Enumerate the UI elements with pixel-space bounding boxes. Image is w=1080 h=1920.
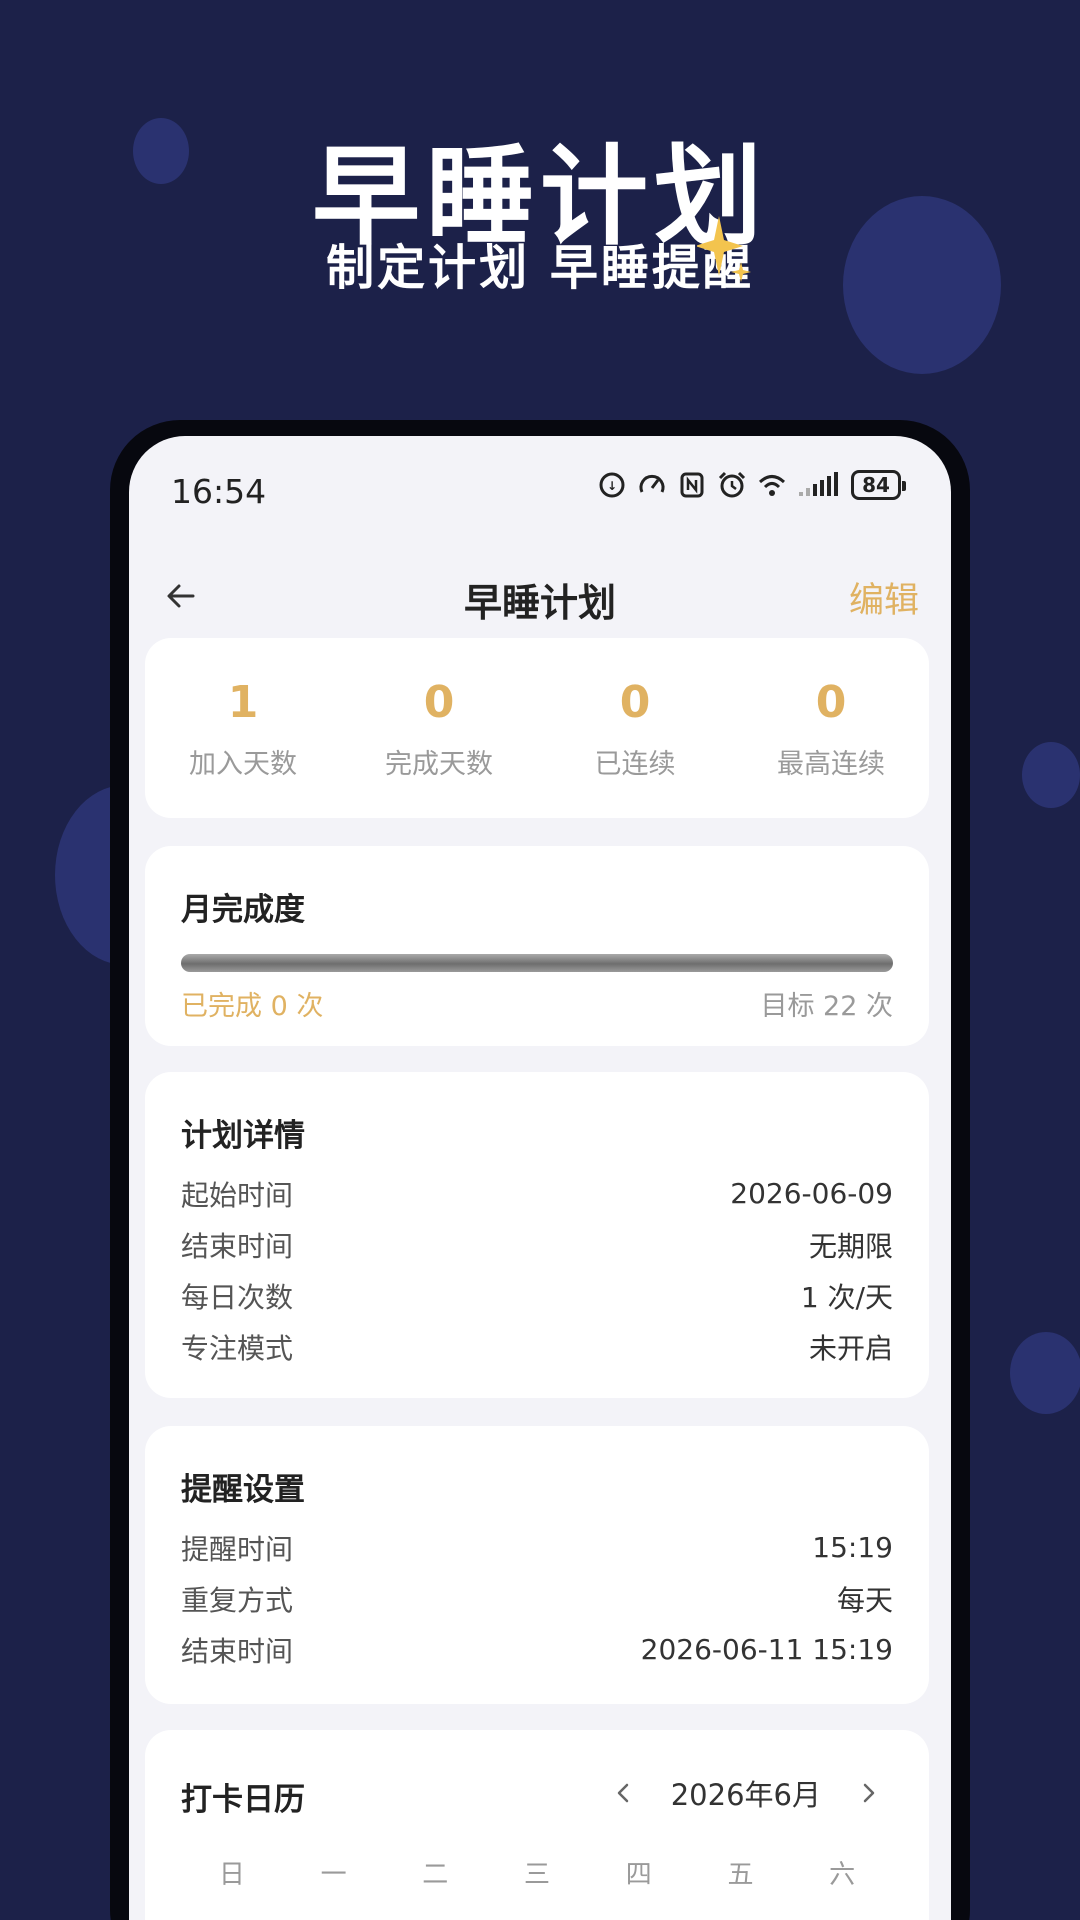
monthly-progress-card: 月完成度 已完成 0 次 目标 22 次: [145, 846, 929, 1046]
calendar-weekdays: 日 一 二 三 四 五 六: [181, 1854, 893, 1891]
row-value: 1 次/天: [800, 1280, 893, 1314]
page-title: 早睡计划: [463, 581, 616, 625]
weekday-label: 五: [727, 1860, 754, 1890]
weekday-label: 四: [625, 1860, 652, 1890]
calendar-day[interactable]: 6: [690, 1916, 792, 1920]
reminder-settings-card: 提醒设置 提醒时间 15:19 重复方式 每天 结束时间 2026-06-11 …: [145, 1426, 929, 1704]
promo-stage: 早睡计划 制定计划 早睡提醒 16:54 ↓ 84 早睡计划 编辑 1 加入天数…: [0, 0, 1080, 1920]
row-label: 每日次数: [181, 1280, 294, 1314]
row-label: 起始时间: [181, 1178, 294, 1212]
row-label: 专注模式: [181, 1331, 294, 1365]
stat-best-streak: 0 最高连续: [733, 638, 929, 818]
stat-label: 最高连续: [777, 749, 885, 780]
calendar-day[interactable]: 2: [283, 1916, 385, 1920]
speed-icon: [639, 474, 665, 493]
stat-streak: 0 已连续: [537, 638, 733, 818]
card-title: 计划详情: [181, 1118, 305, 1154]
phone-screen: 16:54 ↓ 84 早睡计划 编辑 1 加入天数 0 完成天数 0 已连续 0…: [129, 436, 951, 1920]
card-title: 月完成度: [181, 892, 305, 928]
stat-join-days: 1 加入天数: [145, 638, 341, 818]
nfc-icon: [680, 472, 704, 498]
stat-label: 已连续: [594, 749, 676, 780]
detail-row-start: 起始时间 2026-06-09: [181, 1168, 893, 1219]
checkin-calendar-card: 打卡日历 2026年6月 日 一 二 三 四 五 六: [145, 1730, 929, 1920]
card-title: 提醒设置: [181, 1472, 305, 1508]
next-month-button[interactable]: [843, 1768, 893, 1818]
data-saver-icon: ↓: [599, 472, 625, 498]
status-bar: 16:54 ↓ 84: [129, 436, 951, 546]
row-label: 结束时间: [181, 1229, 294, 1263]
stat-value: 0: [423, 677, 455, 728]
wifi-icon: [758, 475, 786, 496]
stat-value: 0: [815, 677, 847, 728]
edit-button[interactable]: 编辑: [849, 572, 919, 623]
calendar-day[interactable]: 5: [588, 1916, 690, 1920]
calendar-day[interactable]: 7: [791, 1916, 893, 1920]
promo-subtitle: 制定计划 早睡提醒: [326, 240, 754, 296]
calendar-month-nav: 2026年6月: [599, 1768, 893, 1818]
stat-label: 加入天数: [189, 749, 297, 780]
detail-row-daily-count: 每日次数 1 次/天: [181, 1270, 893, 1321]
row-label: 重复方式: [181, 1583, 294, 1617]
svg-text:↓: ↓: [607, 479, 617, 493]
calendar-days-row: 1 2 3 4 5 6 7: [181, 1916, 893, 1920]
weekday-label: 二: [422, 1860, 449, 1890]
status-time: 16:54: [171, 472, 267, 511]
weekday-label: 六: [829, 1860, 856, 1890]
prev-month-button[interactable]: [599, 1768, 649, 1818]
card-title: 打卡日历: [181, 1782, 305, 1818]
decor-bubble: [1022, 742, 1080, 808]
reminder-row-time: 提醒时间 15:19: [181, 1522, 893, 1573]
row-value: 2026-06-11 15:19: [640, 1633, 893, 1666]
row-value: 2026-06-09: [730, 1177, 893, 1210]
signal-icon: [799, 472, 838, 496]
calendar-month-label: 2026年6月: [670, 1778, 821, 1812]
row-label: 提醒时间: [181, 1532, 294, 1566]
sparkle-icon: [697, 216, 751, 282]
progress-goal-text: 目标 22 次: [760, 991, 893, 1022]
decor-bubble: [1010, 1332, 1080, 1414]
stat-value: 0: [619, 677, 651, 728]
reminder-row-repeat: 重复方式 每天: [181, 1573, 893, 1624]
chevron-right-icon: [863, 1783, 875, 1803]
plan-detail-card: 计划详情 起始时间 2026-06-09 结束时间 无期限 每日次数 1 次/天…: [145, 1072, 929, 1398]
alarm-icon: [718, 471, 746, 498]
row-value: 未开启: [808, 1331, 893, 1365]
calendar-day[interactable]: 1: [181, 1916, 283, 1920]
calendar-day[interactable]: 4: [486, 1916, 588, 1920]
reminder-row-end: 结束时间 2026-06-11 15:19: [181, 1624, 893, 1675]
stat-value: 1: [227, 677, 259, 728]
status-icons: ↓ 84: [597, 470, 906, 500]
weekday-label: 三: [524, 1860, 551, 1890]
weekday-label: 日: [218, 1860, 245, 1890]
row-label: 结束时间: [181, 1634, 294, 1668]
progress-bar: [181, 954, 893, 972]
detail-row-focus-mode: 专注模式 未开启: [181, 1321, 893, 1372]
stat-label: 完成天数: [385, 749, 493, 780]
nav-bar: 早睡计划 编辑: [129, 546, 951, 646]
detail-row-end: 结束时间 无期限: [181, 1219, 893, 1270]
stats-card: 1 加入天数 0 完成天数 0 已连续 0 最高连续: [145, 638, 929, 818]
chevron-left-icon: [617, 1783, 628, 1803]
calendar-day[interactable]: 3: [384, 1916, 486, 1920]
row-value: 无期限: [808, 1229, 893, 1263]
progress-completed-text: 已完成 0 次: [181, 991, 324, 1022]
weekday-label: 一: [320, 1860, 347, 1890]
stat-completed-days: 0 完成天数: [341, 638, 537, 818]
battery-indicator: 84: [851, 470, 906, 500]
row-value: 每天: [836, 1583, 893, 1617]
row-value: 15:19: [812, 1531, 893, 1564]
